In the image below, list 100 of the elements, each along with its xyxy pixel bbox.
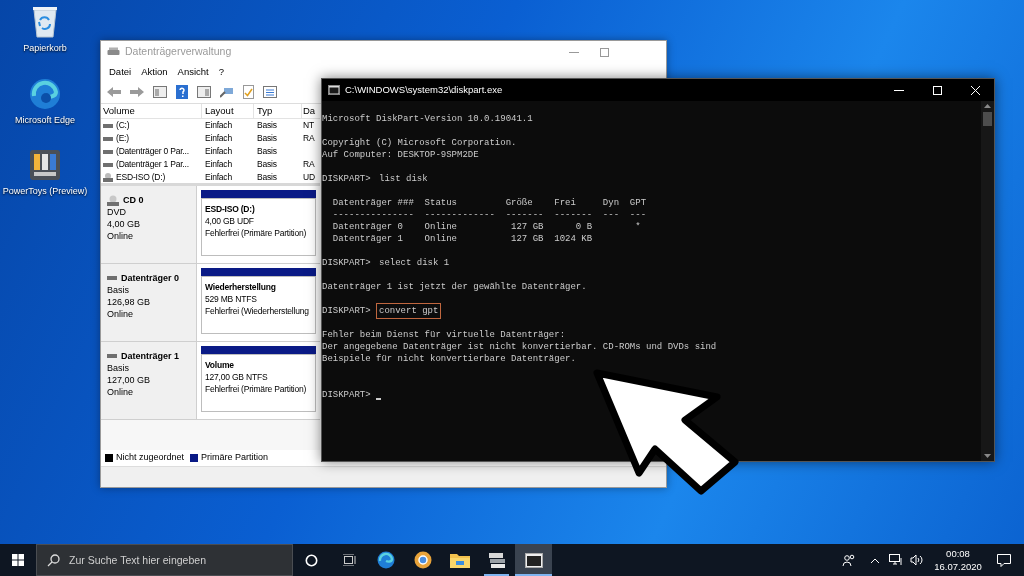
disk-name: Datenträger 0 bbox=[121, 272, 180, 284]
table-cell: RA bbox=[303, 132, 315, 145]
table-cell: Einfach bbox=[205, 145, 232, 158]
list-icon bbox=[263, 86, 277, 98]
partition-box[interactable]: Wiederherstellung 529 MB NTFS Fehlerfrei (Wiederherstellung bbox=[201, 276, 316, 334]
console-text: Copyright (C) Microsoft Corporation. bbox=[322, 137, 517, 149]
console-text: Datenträger 1 ist jetzt der gewählte Datenträger. bbox=[322, 281, 587, 293]
search-field[interactable]: Zur Suche Text hier eingeben bbox=[36, 544, 293, 576]
menu-item[interactable]: ? bbox=[213, 64, 230, 80]
table-cell: Einfach bbox=[205, 158, 232, 171]
partition-size: 127,00 GB NTFS bbox=[205, 371, 268, 383]
legend-label: Primäre Partition bbox=[201, 451, 269, 465]
column-header[interactable]: Da bbox=[302, 104, 318, 118]
disk-name: CD 0 bbox=[123, 194, 144, 206]
toolbar-button[interactable] bbox=[151, 83, 169, 101]
table-cell: Basis bbox=[257, 145, 277, 158]
toolbar-button[interactable] bbox=[241, 83, 256, 101]
disk-detail: 126,98 GB bbox=[107, 296, 152, 308]
column-header[interactable]: Typ bbox=[254, 104, 302, 118]
partition-box[interactable]: ESD-ISO (D:) 4,00 GB UDF Fehlerfrei (Primäre Partition) bbox=[201, 198, 316, 256]
disk-detail: 127,00 GB bbox=[107, 374, 152, 386]
scroll-up-icon bbox=[984, 104, 991, 108]
drive-stack-icon bbox=[486, 552, 507, 568]
command-text: select disk 1 bbox=[378, 257, 451, 270]
column-header[interactable]: Layout bbox=[202, 104, 254, 118]
panel-icon bbox=[197, 86, 211, 98]
help-icon bbox=[176, 85, 188, 99]
table-cell: (Datenträger 1 Par... bbox=[116, 158, 189, 171]
disk-detail: Online bbox=[107, 230, 134, 242]
folder-icon bbox=[449, 552, 470, 568]
table-cell: Einfach bbox=[205, 119, 232, 132]
menu-item[interactable]: Ansicht bbox=[172, 64, 214, 80]
disk-detail: Basis bbox=[107, 284, 130, 296]
circle-icon bbox=[305, 553, 318, 567]
prompt-text: DISKPART> bbox=[322, 257, 371, 269]
window-title: Datenträgerverwaltung bbox=[125, 44, 232, 60]
table-cell: Einfach bbox=[205, 132, 232, 145]
clock-time: 00:08 bbox=[946, 547, 970, 560]
menu-item[interactable]: Datei bbox=[104, 64, 137, 80]
back-arrow-icon bbox=[107, 86, 121, 98]
column-header[interactable]: Volume bbox=[101, 104, 202, 118]
partition-status: Fehlerfrei (Wiederherstellung bbox=[205, 305, 309, 317]
partition-box[interactable]: Volume 127,00 GB NTFS Fehlerfrei (Primäre Partition) bbox=[201, 354, 316, 412]
people-icon bbox=[842, 554, 856, 566]
scroll-thumb[interactable] bbox=[983, 112, 992, 126]
menu-item[interactable]: Aktion bbox=[136, 64, 173, 80]
scrollbar[interactable] bbox=[981, 101, 994, 461]
notification-icon bbox=[997, 553, 1011, 567]
toolbar-button[interactable] bbox=[174, 83, 190, 101]
partition-status: Fehlerfrei (Primäre Partition) bbox=[205, 227, 307, 239]
browser-icon bbox=[29, 77, 61, 110]
close-icon bbox=[970, 85, 980, 95]
table-cell: UD bbox=[303, 171, 315, 184]
connect-icon bbox=[220, 86, 234, 98]
toolbar-button[interactable] bbox=[195, 83, 213, 101]
forward-arrow-icon bbox=[130, 86, 144, 98]
minimize-icon bbox=[568, 51, 579, 53]
round-browser-icon bbox=[413, 551, 432, 569]
console-text: Datenträger ### Status Größe Frei Dyn GPT bbox=[331, 197, 647, 209]
desktop-icon-label[interactable]: Papierkorb bbox=[23, 42, 67, 56]
search-icon bbox=[47, 554, 60, 567]
table-cell: Basis bbox=[257, 119, 277, 132]
console-text: Fehler beim Dienst für virtuelle Datenträger: bbox=[322, 329, 566, 341]
drive-icon bbox=[107, 353, 117, 359]
clock-date: 16.07.2020 bbox=[934, 560, 982, 573]
drive-icon bbox=[107, 275, 117, 281]
console-icon bbox=[328, 85, 340, 95]
console-text: Datenträger 0 Online 127 GB 0 B * bbox=[331, 221, 641, 233]
panel-icon bbox=[153, 86, 167, 98]
partition-size: 529 MB NTFS bbox=[205, 293, 257, 305]
maximize-icon bbox=[600, 47, 609, 57]
desktop-icon-label[interactable]: PowerToys (Preview) bbox=[2, 185, 88, 199]
console-window-icon bbox=[524, 552, 543, 568]
partition-status: Fehlerfrei (Primäre Partition) bbox=[205, 383, 307, 395]
checklist-icon bbox=[243, 85, 254, 99]
toolbar-button[interactable] bbox=[261, 83, 279, 101]
disk-detail: Online bbox=[107, 308, 134, 320]
table-cell: (C:) bbox=[116, 119, 130, 132]
windows-logo-icon bbox=[12, 554, 24, 566]
chevron-up-icon bbox=[871, 557, 879, 563]
table-cell: ESD-ISO (D:) bbox=[116, 171, 166, 184]
recycle-bin-icon bbox=[31, 4, 59, 38]
console-text: Datenträger 1 Online 127 GB 1024 KB bbox=[331, 233, 593, 245]
command-text: convert gpt bbox=[376, 303, 442, 319]
maximize-icon bbox=[932, 85, 942, 95]
table-cell: (Datenträger 0 Par... bbox=[116, 145, 189, 158]
console-text: --------------- ------------- ------- ------- --- --- bbox=[331, 209, 647, 221]
console-text: Microsoft DiskPart-Version 10.0.19041.1 bbox=[322, 113, 533, 125]
partition-name: Volume bbox=[205, 359, 234, 371]
minimize-icon bbox=[894, 89, 904, 91]
taskbar-app-button[interactable] bbox=[515, 544, 552, 576]
browser-icon bbox=[376, 551, 395, 569]
table-cell: Basis bbox=[257, 158, 277, 171]
partition-size: 4,00 GB UDF bbox=[205, 215, 254, 227]
task-view-icon bbox=[341, 554, 356, 566]
app-icon bbox=[29, 149, 61, 181]
desktop-icon-label[interactable]: Microsoft Edge bbox=[15, 113, 75, 127]
table-cell: Einfach bbox=[205, 171, 232, 184]
prompt-text: DISKPART> bbox=[322, 173, 371, 185]
window-title: C:\WINDOWS\system32\diskpart.exe bbox=[345, 82, 503, 97]
